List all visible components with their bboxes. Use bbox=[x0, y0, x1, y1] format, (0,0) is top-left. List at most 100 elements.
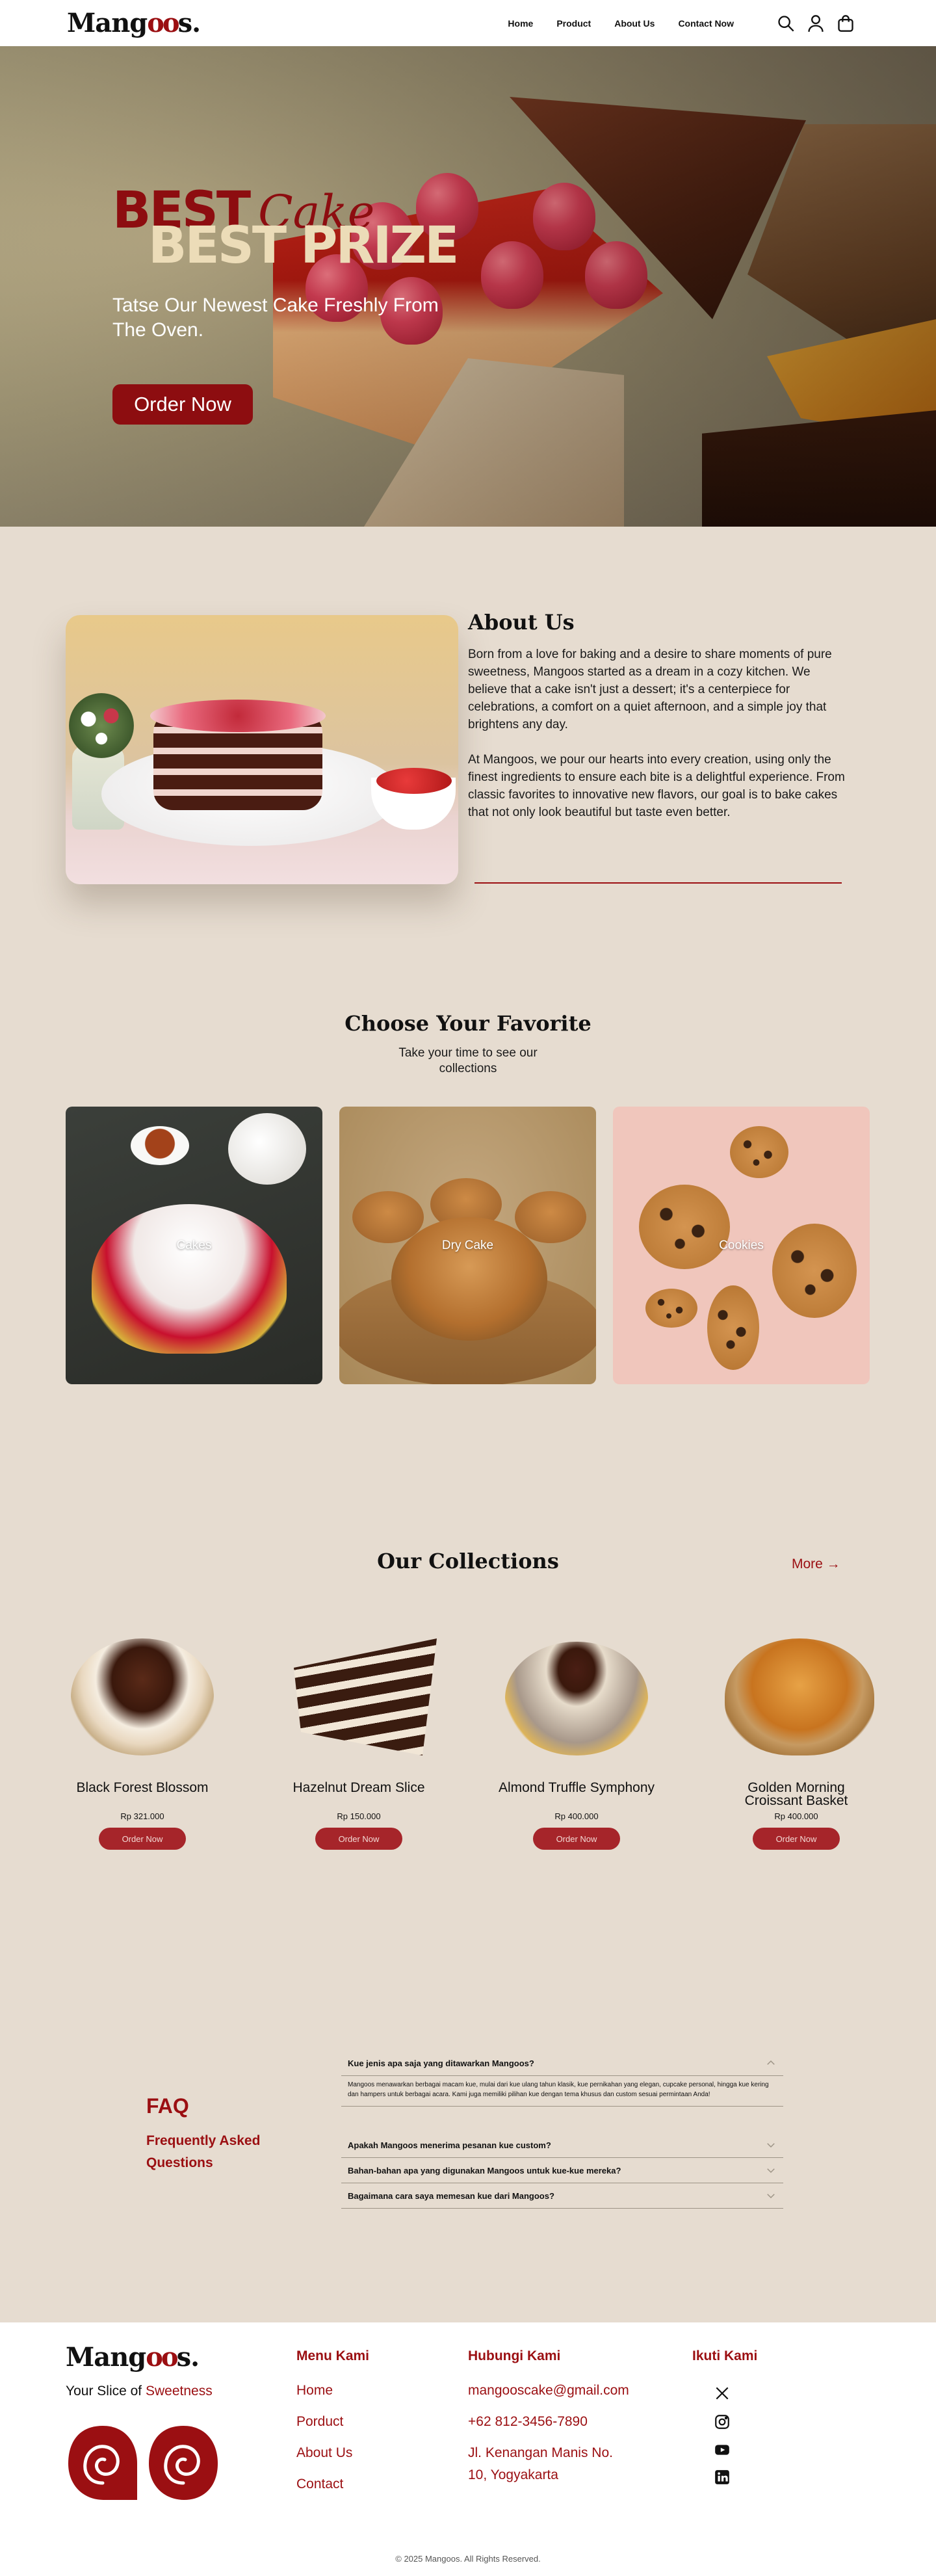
faq-title: FAQ bbox=[146, 2094, 189, 2118]
nav-link-about-us[interactable]: About Us bbox=[614, 18, 655, 29]
faq-list: Kue jenis apa saja yang ditawarkan Mango… bbox=[341, 2051, 783, 2209]
footer-link-home[interactable]: Home bbox=[296, 2383, 333, 2399]
faq-question-text: Kue jenis apa saja yang ditawarkan Mango… bbox=[348, 2058, 534, 2068]
footer-brand-logo[interactable]: Mangoos. bbox=[66, 2342, 200, 2372]
muffin bbox=[515, 1191, 586, 1243]
footer-link-product[interactable]: Porduct bbox=[296, 2414, 343, 2430]
faq-question-text: Apakah Mangoos menerima pesanan kue cust… bbox=[348, 2140, 551, 2150]
cookie bbox=[645, 1289, 697, 1328]
hero-banner: BEST Cake BEST PRIZE Tatse Our Newest Ca… bbox=[0, 46, 936, 527]
product-price: Rp 150.000 bbox=[337, 1811, 381, 1821]
product-price: Rp 321.000 bbox=[120, 1811, 164, 1821]
swirl-logo-icon bbox=[149, 2426, 218, 2500]
about-title: About Us bbox=[468, 610, 575, 635]
footer-contact-title: Hubungi Kami bbox=[468, 2348, 561, 2363]
product-order-now-button[interactable]: Order Now bbox=[753, 1828, 840, 1850]
faq-item: Kue jenis apa saja yang ditawarkan Mango… bbox=[341, 2051, 783, 2107]
footer-social-title: Ikuti Kami bbox=[692, 2348, 758, 2363]
teapot bbox=[228, 1113, 306, 1185]
brand-logo[interactable]: Mang oo s. bbox=[67, 8, 201, 38]
footer-tagline-start: Your Slice of bbox=[66, 2384, 146, 2399]
product-card: Almond Truffle Symphony Rp 400.000 Order… bbox=[489, 1619, 664, 1850]
faq-question-text: Bahan-bahan apa yang digunakan Mangoos u… bbox=[348, 2165, 621, 2175]
faq-question[interactable]: Kue jenis apa saja yang ditawarkan Mango… bbox=[341, 2051, 783, 2075]
product-order-now-button[interactable]: Order Now bbox=[99, 1828, 186, 1850]
hero-overlay bbox=[0, 46, 936, 527]
cookie bbox=[707, 1285, 759, 1370]
product-name: Golden Morning Croissant Basket bbox=[744, 1780, 848, 1808]
strawberry-cake bbox=[92, 1204, 287, 1354]
dry-cake-tart bbox=[391, 1217, 547, 1341]
footer: Mangoos. Your Slice of Sweetness Menu Ka… bbox=[0, 2322, 936, 2576]
faq-question[interactable]: Apakah Mangoos menerima pesanan kue cust… bbox=[341, 2133, 783, 2157]
favorites-title: Choose Your Favorite bbox=[344, 1011, 592, 1036]
search-icon[interactable] bbox=[777, 14, 795, 33]
product-image-black-forest bbox=[64, 1619, 220, 1762]
about-cake-image bbox=[66, 615, 458, 884]
category-label-dry-cake: Dry Cake bbox=[441, 1238, 494, 1252]
user-icon[interactable] bbox=[807, 14, 825, 33]
footer-email-link[interactable]: mangooscake@gmail.com bbox=[468, 2383, 629, 2399]
youtube-icon[interactable] bbox=[714, 2441, 733, 2461]
footer-menu-title: Menu Kami bbox=[296, 2348, 370, 2363]
chevron-down-icon bbox=[767, 2194, 775, 2199]
about-paragraph-1: Born from a love for baking and a desire… bbox=[468, 648, 832, 731]
shopping-bag-icon[interactable] bbox=[837, 14, 855, 33]
nav-link-contact-now[interactable]: Contact Now bbox=[678, 18, 734, 29]
category-card-cakes[interactable]: Cakes bbox=[66, 1107, 322, 1384]
faq-item: Bahan-bahan apa yang digunakan Mangoos u… bbox=[341, 2158, 783, 2183]
about-description: Born from a love for baking and a desire… bbox=[468, 646, 845, 821]
cookie bbox=[639, 1185, 730, 1269]
product-image-hazelnut-slice bbox=[281, 1619, 437, 1762]
faq-subtitle: Frequently Asked Questions bbox=[146, 2133, 261, 2170]
chevron-up-icon bbox=[767, 2060, 775, 2065]
top-navbar: Mang oo s. Home Product About Us Contact N… bbox=[0, 0, 936, 46]
product-name: Black Forest Blossom bbox=[76, 1780, 209, 1795]
strawberry-cake-topping bbox=[150, 700, 326, 732]
product-order-now-button[interactable]: Order Now bbox=[533, 1828, 620, 1850]
brand-logo-start: Mang bbox=[67, 8, 148, 38]
category-card-cookies[interactable]: Cookies bbox=[613, 1107, 870, 1384]
footer-link-contact[interactable]: Contact bbox=[296, 2477, 343, 2492]
brand-logo-oo: oo bbox=[147, 8, 179, 38]
faq-item: Bagaimana cara saya memesan kue dari Man… bbox=[341, 2183, 783, 2209]
chevron-down-icon bbox=[767, 2168, 775, 2174]
instagram-icon[interactable] bbox=[714, 2413, 733, 2433]
nav-icons bbox=[777, 14, 855, 33]
faq-answer: Mangoos menawarkan berbagai macam kue, m… bbox=[341, 2075, 783, 2106]
x-icon[interactable] bbox=[714, 2385, 733, 2404]
category-card-dry-cake[interactable]: Dry Cake bbox=[339, 1107, 596, 1384]
product-card: Black Forest Blossom Rp 321.000 Order No… bbox=[55, 1619, 230, 1850]
product-image-croissant-basket bbox=[718, 1619, 874, 1762]
tea-cup bbox=[131, 1126, 189, 1165]
faq-question[interactable]: Bahan-bahan apa yang digunakan Mangoos u… bbox=[341, 2158, 783, 2183]
faq-question[interactable]: Bagaimana cara saya memesan kue dari Man… bbox=[341, 2183, 783, 2208]
footer-logo-end: s. bbox=[176, 2342, 200, 2372]
product-order-now-button[interactable]: Order Now bbox=[315, 1828, 402, 1850]
footer-tagline: Your Slice of Sweetness bbox=[66, 2384, 213, 2399]
nav-link-home[interactable]: Home bbox=[508, 18, 533, 29]
footer-link-about-us[interactable]: About Us bbox=[296, 2445, 352, 2461]
category-label-cookies: Cookies bbox=[719, 1238, 764, 1252]
product-card: Hazelnut Dream Slice Rp 150.000 Order No… bbox=[271, 1619, 447, 1850]
nav-links: Home Product About Us Contact Now bbox=[508, 14, 855, 33]
footer-address-line-1: Jl. Kenangan Manis No. bbox=[468, 2445, 613, 2460]
collections-more-link[interactable]: More → bbox=[792, 1557, 840, 1572]
faq-question-text: Bagaimana cara saya memesan kue dari Man… bbox=[348, 2190, 554, 2201]
footer-tagline-highlight: Sweetness bbox=[145, 2384, 213, 2399]
footer-phone-link[interactable]: +62 812-3456-7890 bbox=[468, 2414, 588, 2430]
hero-order-now-button[interactable]: Order Now bbox=[112, 384, 253, 425]
faq-item: Apakah Mangoos menerima pesanan kue cust… bbox=[341, 2133, 783, 2158]
footer-logo-start: Mang bbox=[66, 2342, 146, 2372]
footer-logo-oo: oo bbox=[146, 2342, 178, 2372]
nav-link-product[interactable]: Product bbox=[556, 18, 591, 29]
strawberries bbox=[376, 768, 452, 794]
category-label-cakes: Cakes bbox=[176, 1238, 212, 1252]
linkedin-icon[interactable] bbox=[714, 2469, 733, 2488]
product-image-almond-truffle bbox=[499, 1619, 655, 1762]
product-card: Golden Morning Croissant Basket Rp 400.0… bbox=[708, 1619, 884, 1850]
product-name: Hazelnut Dream Slice bbox=[292, 1780, 425, 1795]
hero-subtitle: Tatse Our Newest Cake Freshly From The O… bbox=[112, 295, 439, 341]
about-paragraph-2: At Mangoos, we pour our hearts into ever… bbox=[468, 753, 845, 819]
hero-title-best-prize: BEST PRIZE bbox=[148, 217, 459, 275]
